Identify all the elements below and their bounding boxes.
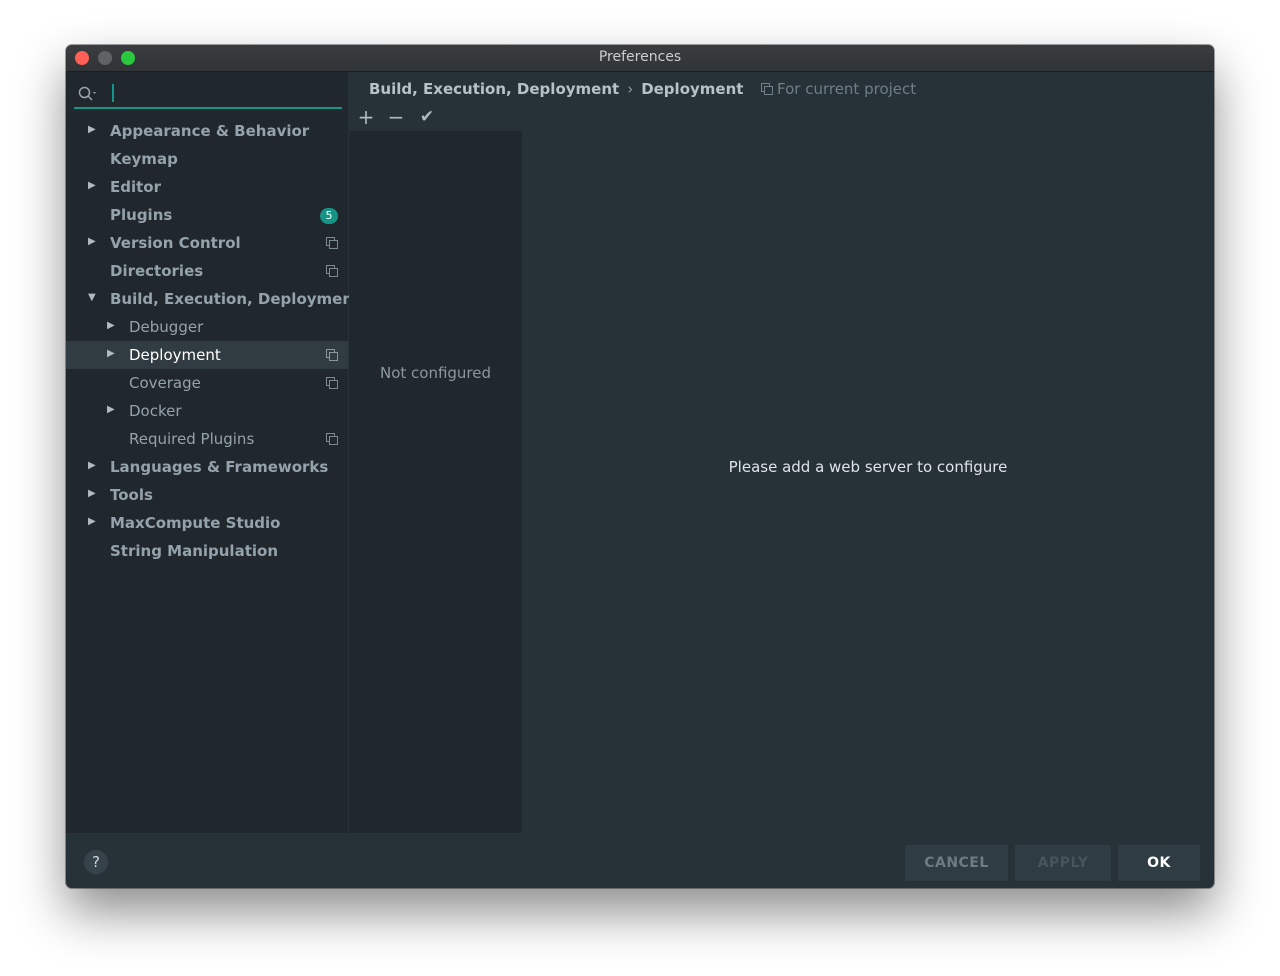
remove-server-button[interactable]: −: [383, 105, 409, 131]
project-scope-icon: [761, 83, 773, 95]
settings-tree: ▶ Appearance & Behavior Keymap ▶ Editor …: [66, 117, 360, 565]
preferences-window: Preferences ▶ Appearance & Behavior Keym…: [66, 45, 1214, 888]
tree-item-label: Build, Execution, Deployment: [110, 290, 361, 308]
tree-item-maxcompute-studio[interactable]: ▶ MaxCompute Studio: [66, 509, 348, 537]
tree-item-languages-frameworks[interactable]: ▶ Languages & Frameworks: [66, 453, 348, 481]
scope-indicator: For current project: [761, 80, 916, 98]
project-scope-icon: [326, 349, 338, 361]
breadcrumb-parent[interactable]: Build, Execution, Deployment: [369, 80, 619, 98]
window-title: Preferences: [598, 49, 682, 65]
tree-item-label: Deployment: [129, 346, 221, 364]
tree-item-label: Editor: [110, 178, 161, 196]
tree-item-label: Plugins: [110, 206, 173, 224]
expand-arrow-icon[interactable]: ▶: [88, 180, 100, 191]
tree-item-label: Required Plugins: [129, 430, 255, 448]
tree-item-debugger[interactable]: ▶ Debugger: [66, 313, 348, 341]
tree-item-docker[interactable]: ▶ Docker: [66, 397, 348, 425]
help-button[interactable]: ?: [84, 850, 108, 874]
add-server-button[interactable]: +: [353, 105, 379, 131]
tree-item-editor[interactable]: ▶ Editor: [66, 173, 348, 201]
tree-item-label: Tools: [110, 486, 153, 504]
tree-item-appearance-behavior[interactable]: ▶ Appearance & Behavior: [66, 117, 348, 145]
tree-item-label: Languages & Frameworks: [110, 458, 329, 476]
breadcrumb-separator: ›: [627, 80, 634, 98]
tree-item-label: Appearance & Behavior: [110, 122, 310, 140]
tree-item-directories[interactable]: Directories: [66, 257, 348, 285]
tree-item-string-manipulation[interactable]: String Manipulation: [66, 537, 348, 565]
tree-item-label: MaxCompute Studio: [110, 514, 281, 532]
expand-arrow-icon[interactable]: ▶: [88, 516, 100, 527]
title-bar[interactable]: Preferences: [66, 45, 1214, 72]
tree-item-keymap[interactable]: Keymap: [66, 145, 348, 173]
tree-item-version-control[interactable]: ▶ Version Control: [66, 229, 348, 257]
search-input[interactable]: [112, 84, 332, 102]
expand-arrow-icon[interactable]: ▶: [88, 236, 100, 247]
cancel-button[interactable]: CANCEL: [905, 845, 1008, 881]
details-empty-message: Please add a web server to configure: [728, 458, 1008, 476]
expand-arrow-icon[interactable]: ▶: [107, 348, 119, 359]
tree-item-tools[interactable]: ▶ Tools: [66, 481, 348, 509]
settings-sidebar: ▶ Appearance & Behavior Keymap ▶ Editor …: [66, 72, 360, 833]
settings-content: Build, Execution, Deployment › Deployment …: [349, 72, 1214, 833]
settings-search[interactable]: [74, 81, 342, 109]
tree-item-label: Coverage: [129, 374, 201, 392]
expand-arrow-icon[interactable]: ▶: [88, 460, 100, 471]
expand-arrow-icon[interactable]: ▶: [107, 404, 119, 415]
tree-item-label: Keymap: [110, 150, 178, 168]
tree-item-label: Directories: [110, 262, 204, 280]
empty-list-text: Not configured: [379, 364, 492, 382]
project-scope-icon: [326, 265, 338, 277]
project-scope-icon: [326, 433, 338, 445]
scope-label: For current project: [777, 80, 917, 98]
breadcrumb: Build, Execution, Deployment › Deployment: [369, 80, 743, 98]
tree-item-label: Version Control: [110, 234, 241, 252]
apply-button[interactable]: APPLY: [1015, 845, 1111, 881]
server-list[interactable]: Not configured: [349, 131, 522, 833]
tree-item-deployment[interactable]: ▶ Deployment: [66, 341, 348, 369]
expand-arrow-icon[interactable]: ▶: [107, 320, 119, 331]
breadcrumb-current: Deployment: [641, 80, 744, 98]
tree-item-label: Debugger: [129, 318, 204, 336]
tree-item-label: String Manipulation: [110, 542, 278, 560]
search-icon[interactable]: [78, 86, 100, 102]
expand-arrow-icon[interactable]: ▶: [88, 488, 100, 499]
project-scope-icon: [326, 377, 338, 389]
dialog-footer: ? CANCEL APPLY OK: [66, 833, 1214, 888]
tree-item-coverage[interactable]: Coverage: [66, 369, 348, 397]
ok-button[interactable]: OK: [1118, 845, 1200, 881]
tree-item-required-plugins[interactable]: Required Plugins: [66, 425, 348, 453]
project-scope-icon: [326, 237, 338, 249]
server-toolbar: + − ✔: [349, 105, 522, 131]
use-as-default-button[interactable]: ✔: [414, 105, 440, 131]
tree-item-build-execution-deployment[interactable]: ▼ Build, Execution, Deployment: [66, 285, 360, 313]
collapse-arrow-icon[interactable]: ▼: [88, 292, 100, 303]
tree-item-plugins[interactable]: Plugins 5: [66, 201, 348, 229]
expand-arrow-icon[interactable]: ▶: [88, 124, 100, 135]
tree-item-label: Docker: [129, 402, 182, 420]
plugins-update-badge: 5: [320, 208, 338, 224]
